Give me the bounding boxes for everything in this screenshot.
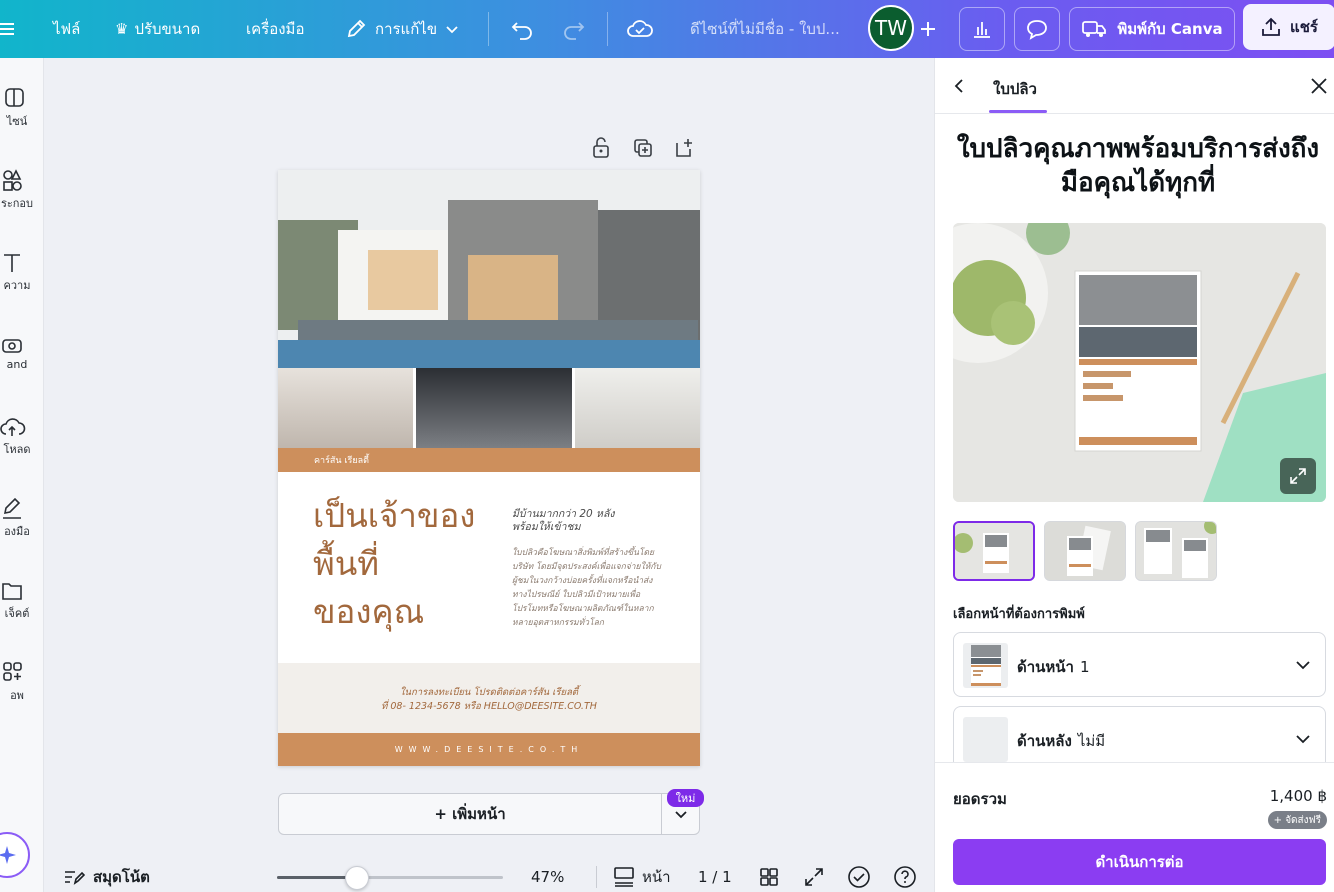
rail-item-brand[interactable]: and [0, 332, 43, 371]
add-collaborator-button[interactable] [918, 0, 938, 58]
close-icon[interactable] [1309, 76, 1329, 96]
menu-icon[interactable] [0, 0, 16, 58]
flyer-page[interactable]: คาร์สัน เรียลตี้ เป็นเจ้าของ พื้นที่ ของ… [278, 170, 700, 766]
preview-thumbnail[interactable] [953, 521, 1035, 581]
lock-icon[interactable] [590, 136, 612, 164]
notes-button[interactable]: สมุดโน้ต [63, 862, 150, 892]
check-icon[interactable] [847, 862, 871, 892]
rail-item-draw[interactable]: องมือ [0, 496, 43, 540]
sparkle-icon [0, 846, 16, 864]
notes-icon [65, 871, 85, 885]
tab-flyer[interactable]: ใบปลิว [993, 77, 1037, 101]
upload-icon [1262, 17, 1280, 36]
flyer-photo-livingroom [278, 368, 413, 448]
total-label: ยอดรวม [953, 790, 1007, 808]
new-badge: ใหม่ [667, 789, 704, 807]
add-page-button[interactable]: + เพิ่มหน้า [278, 793, 662, 835]
bar-chart-icon [974, 22, 990, 38]
expand-preview-button[interactable] [1280, 458, 1316, 494]
plus-icon [921, 22, 935, 36]
share-button[interactable]: แชร์ [1243, 4, 1334, 50]
crown-icon: ♛ [115, 20, 129, 38]
text-icon [4, 254, 20, 272]
analytics-button[interactable] [959, 7, 1005, 51]
help-icon[interactable] [893, 862, 917, 892]
left-rail: ไซน์ ระกอบ ความ and โหลด องมือ เจ็คต์ อพ [0, 58, 44, 892]
elements-icon [3, 169, 22, 191]
rail-item-projects[interactable]: เจ็คต์ [0, 578, 43, 622]
preview-thumbnail[interactable] [1135, 521, 1217, 581]
rail-item-design[interactable]: ไซน์ [0, 86, 43, 130]
tools-menu[interactable]: เครื่องมือ [246, 0, 304, 58]
chevron-down-icon [674, 811, 687, 819]
expand-icon [1290, 468, 1306, 484]
flyer-title: เป็นเจ้าของ พื้นที่ ของคุณ [313, 496, 476, 631]
chevron-down-icon [1296, 661, 1310, 670]
fullscreen-icon[interactable] [803, 862, 825, 892]
divider [596, 866, 597, 888]
back-page-select[interactable]: ด้านหลัง ไม่มี [953, 706, 1326, 762]
flyer-brand-bar: คาร์สัน เรียลตี้ [278, 448, 700, 472]
flyer-photo-interior [416, 368, 572, 448]
brand-icon [2, 339, 22, 353]
zoom-slider-track[interactable] [277, 876, 503, 879]
add-page-icon[interactable] [673, 136, 695, 164]
product-title: ใบปลิวคุณภาพพร้อมบริการส่งถึงมือคุณได้ทุ… [956, 134, 1320, 198]
chevron-down-icon [1296, 735, 1310, 744]
comment-icon [1027, 20, 1047, 40]
chevron-down-icon [446, 26, 458, 34]
panel-footer: ยอดรวม 1,400 ฿ + จัดส่งฟรี ดำเนินการต่อ [935, 762, 1334, 892]
pages-button[interactable]: หน้า [612, 862, 671, 892]
undo-icon[interactable] [510, 0, 534, 58]
divider [488, 12, 489, 46]
grid-view-icon[interactable] [758, 862, 780, 892]
front-page-thumbnail [963, 643, 1008, 688]
back-chevron-icon[interactable] [951, 77, 969, 95]
rail-item-elements[interactable]: ระกอบ [0, 168, 43, 212]
preview-thumbnail[interactable] [1044, 521, 1126, 581]
flyer-hero-photo [278, 170, 700, 368]
redo-icon[interactable] [562, 0, 586, 58]
page-counter: 1 / 1 [698, 868, 732, 886]
pages-icon [614, 867, 634, 887]
tab-underline [989, 110, 1047, 113]
folder-icon [2, 583, 22, 600]
product-preview-image [953, 223, 1326, 502]
flyer-website: WWW.DEESITE.CO.TH [278, 733, 700, 766]
resize-menu[interactable]: ♛ ปรับขนาด [115, 0, 200, 58]
flyer-body-copy: ใบปลิวคือโฆษณาสิ่งพิมพ์ที่สร้างขึ้นโดยบร… [512, 548, 661, 628]
flyer-photo-sofa [575, 368, 700, 448]
zoom-slider-handle[interactable] [345, 866, 369, 890]
continue-button[interactable]: ดำเนินการต่อ [953, 839, 1326, 885]
free-shipping-badge: + จัดส่งฟรี [1267, 811, 1327, 829]
duplicate-page-icon[interactable] [632, 136, 654, 164]
cloud-upload-icon [0, 418, 26, 436]
truck-icon [1082, 21, 1107, 37]
cloud-saved-icon[interactable] [626, 0, 654, 58]
rail-item-apps[interactable]: อพ [0, 660, 43, 704]
total-price: 1,400 ฿ [1269, 787, 1327, 805]
front-page-select[interactable]: ด้านหน้า 1 [953, 632, 1326, 697]
back-page-thumbnail [963, 717, 1008, 762]
draw-icon [3, 497, 21, 519]
divider [607, 12, 608, 46]
rail-item-uploads[interactable]: โหลด [0, 414, 43, 458]
select-pages-label: เลือกหน้าที่ต้องการพิมพ์ [953, 607, 1085, 622]
editing-menu[interactable]: การแก้ไข [345, 0, 459, 58]
panel-header: ใบปลิว [935, 58, 1334, 114]
comments-button[interactable] [1014, 7, 1060, 51]
avatar[interactable]: TW [868, 5, 914, 51]
print-with-canva-button[interactable]: พิมพ์กับ Canva [1069, 7, 1235, 51]
pencil-icon [347, 19, 366, 38]
zoom-level[interactable]: 47% [531, 862, 564, 892]
top-toolbar: ไฟล์ ♛ ปรับขนาด เครื่องมือ การแก้ไข ดีไซ… [0, 0, 1334, 58]
file-menu[interactable]: ไฟล์ [53, 0, 80, 58]
document-title[interactable]: ดีไซน์ที่ไม่มีชื่อ - ใบป... [690, 0, 840, 58]
flyer-contact-band: ในการลงทะเบียน โปรดติดต่อคาร์สัน เรียลตี… [278, 663, 700, 733]
print-panel: ใบปลิว ใบปลิวคุณภาพพร้อมบริการส่งถึงมือค… [934, 58, 1334, 892]
flyer-subtitle: มีบ้านมากกว่า 20 หลัง พร้อมให้เข้าชม [512, 508, 615, 533]
layout-icon [5, 88, 24, 107]
apps-icon [3, 662, 22, 681]
rail-item-text[interactable]: ความ [0, 250, 43, 294]
